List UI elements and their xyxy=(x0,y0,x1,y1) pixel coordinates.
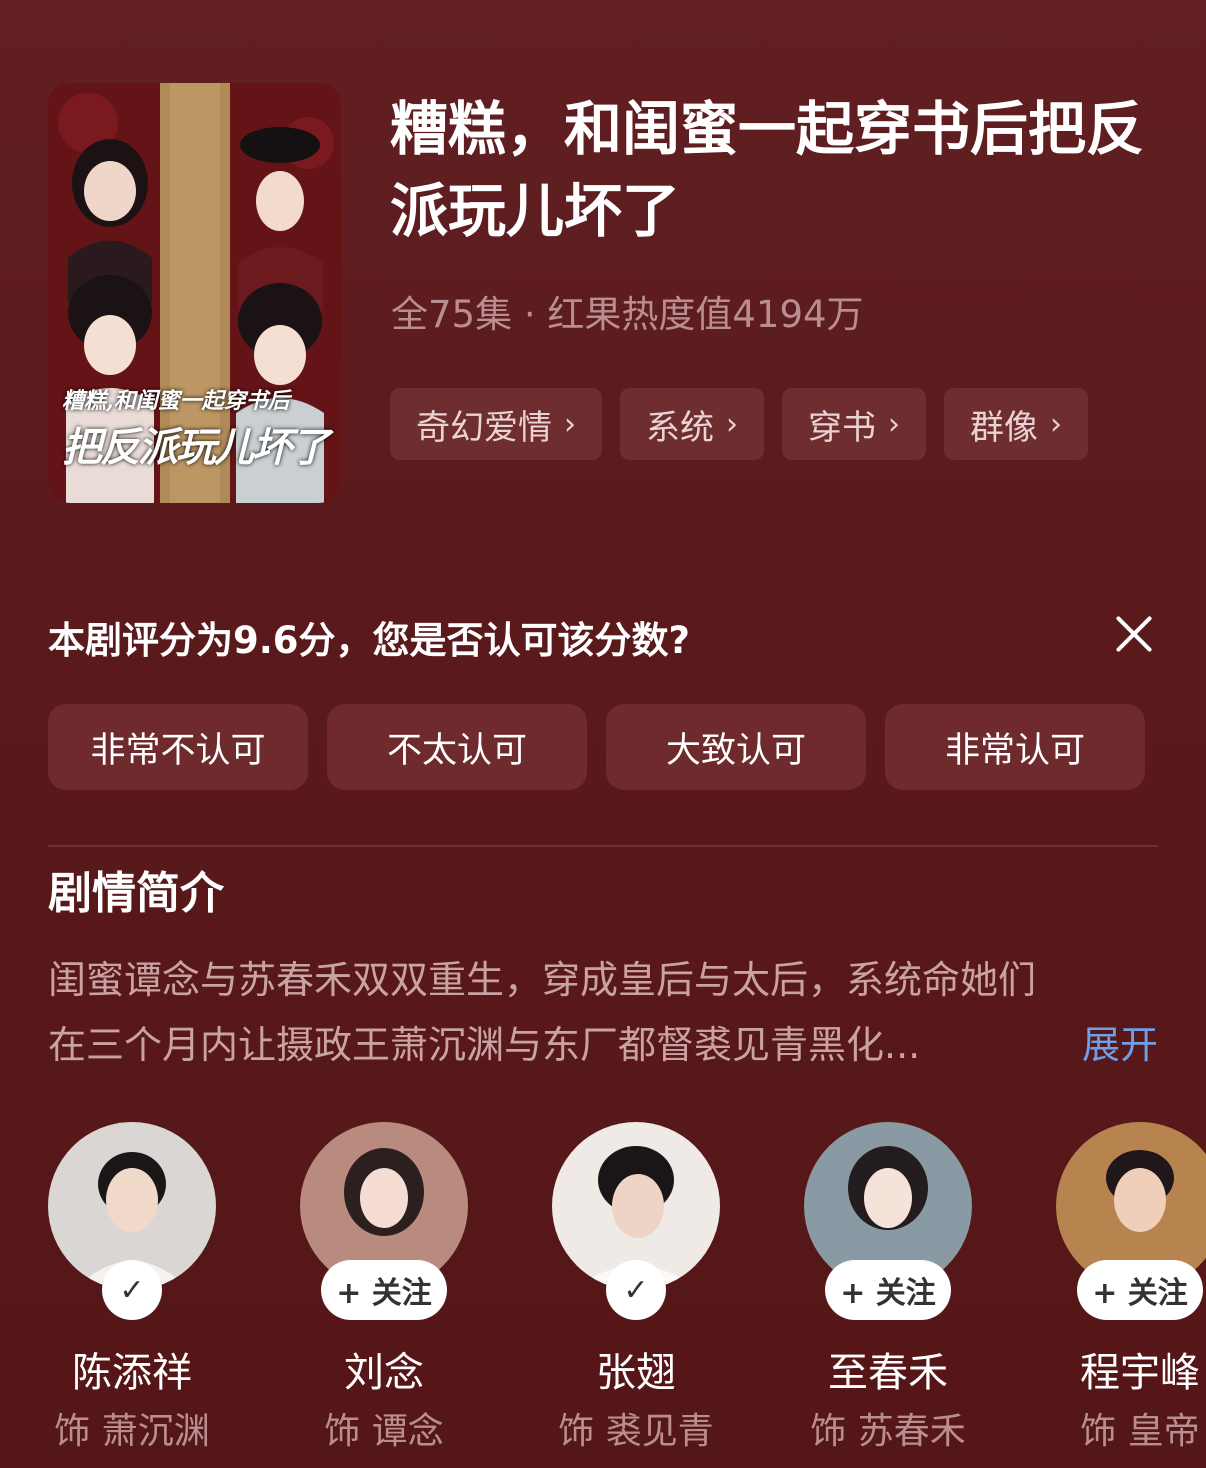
cast-member[interactable]: ✓ 陈添祥 饰 萧沉渊 xyxy=(48,1122,216,1452)
drama-poster[interactable]: 糟糕,和闺蜜一起穿书后 把反派玩儿坏了 xyxy=(48,83,341,503)
expand-synopsis-link[interactable]: 展开 xyxy=(1082,1013,1158,1078)
synopsis-heading: 剧情简介 xyxy=(48,868,224,919)
follow-button[interactable]: + 关注 xyxy=(321,1260,447,1320)
cast-member[interactable]: + 关注 刘念 饰 谭念 xyxy=(300,1122,468,1452)
cast-role: 饰 裘见青 xyxy=(558,1411,714,1452)
chevron-right-icon: › xyxy=(1050,406,1062,442)
tag-label: 系统 xyxy=(646,407,714,448)
chevron-right-icon: › xyxy=(888,406,900,442)
cast-name: 张翅 xyxy=(596,1350,676,1396)
follow-button[interactable]: + 关注 xyxy=(825,1260,951,1320)
cast-name: 至春禾 xyxy=(828,1350,948,1396)
chevron-right-icon: › xyxy=(564,406,576,442)
section-divider xyxy=(48,845,1158,847)
rating-option-strongly-agree[interactable]: 非常认可 xyxy=(885,704,1145,790)
followed-check-icon[interactable]: ✓ xyxy=(102,1260,162,1320)
follow-button[interactable]: + 关注 xyxy=(1077,1260,1203,1320)
genre-tags: 奇幻爱情 › 系统 › 穿书 › 群像 › xyxy=(390,388,1088,460)
cast-name: 陈添祥 xyxy=(72,1350,192,1396)
close-icon[interactable] xyxy=(1112,612,1156,656)
cast-name: 程宇峰 xyxy=(1080,1350,1200,1396)
synopsis-line-2: 在三个月内让摄政王萧沉渊与东厂都督裘见青黑化... xyxy=(48,1023,921,1067)
poster-title-line1: 糟糕,和闺蜜一起穿书后 xyxy=(62,388,290,414)
cast-role: 饰 苏春禾 xyxy=(810,1411,966,1452)
followed-check-icon[interactable]: ✓ xyxy=(606,1260,666,1320)
synopsis-line-1: 闺蜜谭念与苏春禾双双重生，穿成皇后与太后，系统命她们 xyxy=(48,958,1037,1002)
rating-option-agree[interactable]: 大致认可 xyxy=(606,704,866,790)
poster-title-line2: 把反派玩儿坏了 xyxy=(62,424,330,471)
synopsis-text: 闺蜜谭念与苏春禾双双重生，穿成皇后与太后，系统命她们 在三个月内让摄政王萧沉渊与… xyxy=(48,948,1158,1078)
rating-option-disagree[interactable]: 不太认可 xyxy=(327,704,587,790)
drama-title: 糟糕，和闺蜜一起穿书后把反派玩儿坏了 xyxy=(390,95,1145,245)
rating-question: 本剧评分为9.6分，您是否认可该分数? xyxy=(48,619,691,662)
tag-label: 群像 xyxy=(970,407,1038,448)
poster-title-calligraphy: 糟糕,和闺蜜一起穿书后 把反派玩儿坏了 xyxy=(62,383,332,473)
cast-member[interactable]: + 关注 至春禾 饰 苏春禾 xyxy=(804,1122,972,1452)
cast-member[interactable]: ✓ 张翅 饰 裘见青 xyxy=(552,1122,720,1452)
rating-option-strongly-disagree[interactable]: 非常不认可 xyxy=(48,704,308,790)
cast-list: ✓ 陈添祥 饰 萧沉渊 + 关注 刘念 饰 谭念 ✓ 张翅 饰 裘见青 + 关注… xyxy=(0,1122,1206,1468)
tag-fantasy-romance[interactable]: 奇幻爱情 › xyxy=(390,388,602,460)
cast-role: 饰 萧沉渊 xyxy=(54,1411,210,1452)
cast-member[interactable]: + 关注 程宇峰 饰 皇帝 xyxy=(1056,1122,1206,1452)
cast-name: 刘念 xyxy=(344,1350,424,1396)
drama-meta: 全75集 · 红果热度值4194万 xyxy=(391,293,864,336)
tag-label: 穿书 xyxy=(808,407,876,448)
chevron-right-icon: › xyxy=(726,406,738,442)
cast-role: 饰 皇帝 xyxy=(1080,1411,1200,1452)
rating-options: 非常不认可 不太认可 大致认可 非常认可 xyxy=(48,704,1145,790)
tag-system[interactable]: 系统 › xyxy=(620,388,764,460)
cast-role: 饰 谭念 xyxy=(324,1411,444,1452)
tag-label: 奇幻爱情 xyxy=(416,407,552,448)
tag-book-transmigration[interactable]: 穿书 › xyxy=(782,388,926,460)
tag-ensemble[interactable]: 群像 › xyxy=(944,388,1088,460)
